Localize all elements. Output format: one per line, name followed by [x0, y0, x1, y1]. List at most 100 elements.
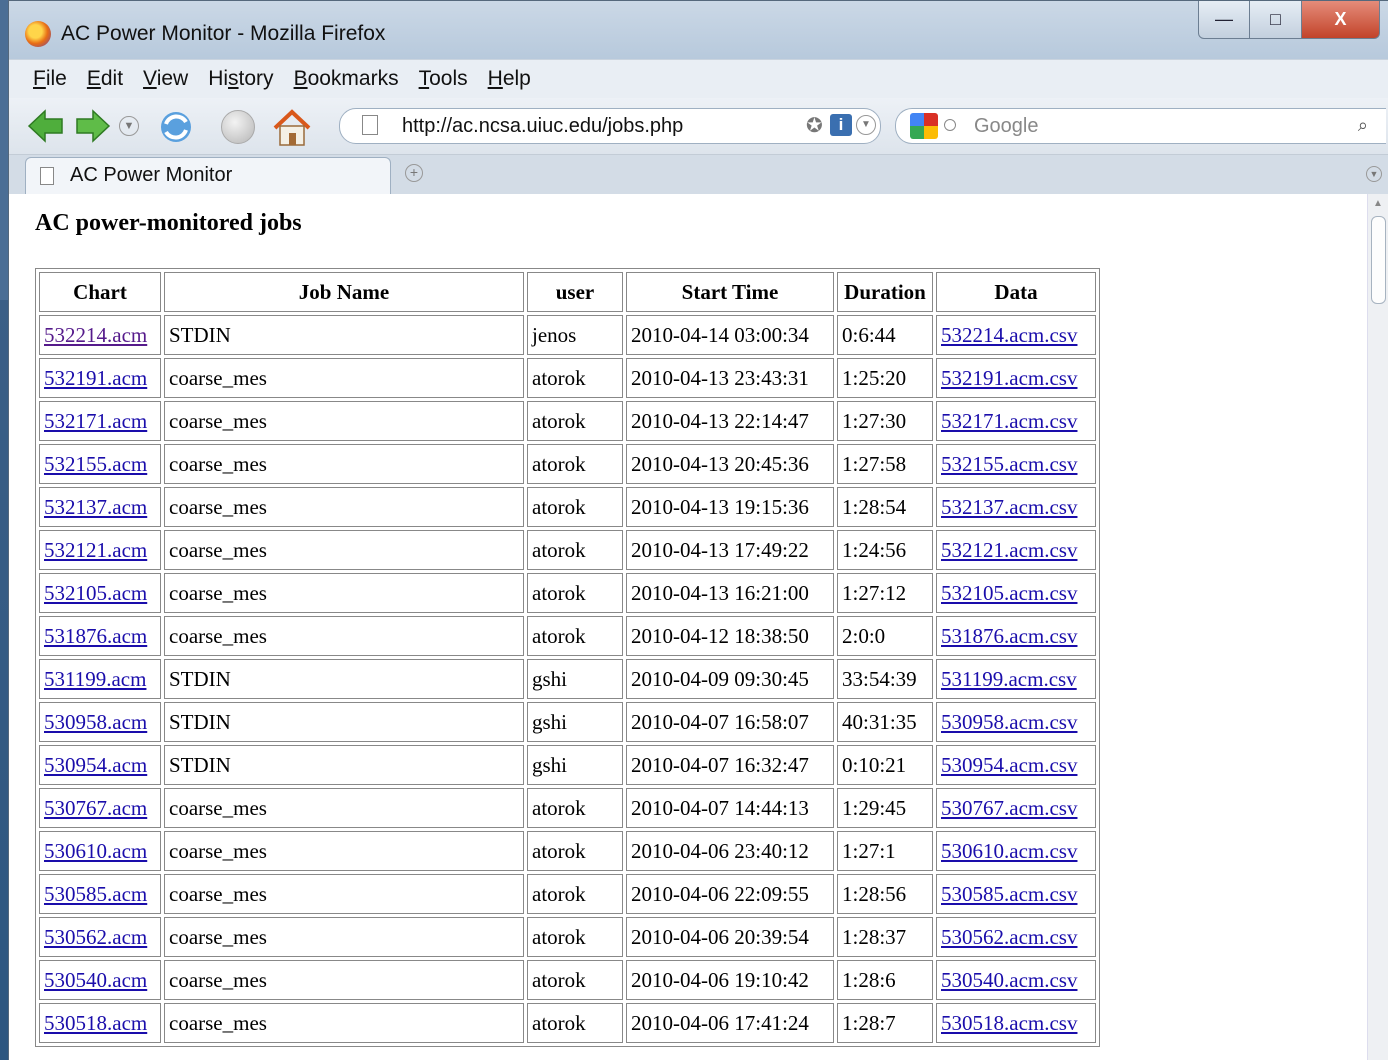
home-icon[interactable] [271, 108, 313, 148]
csv-link[interactable]: 531876.acm.csv [941, 624, 1077, 648]
table-row: 530562.acm coarse_mes atorok 2010-04-06 20:… [39, 917, 1096, 957]
menu-history[interactable]: History [208, 67, 273, 91]
search-input[interactable]: Google [974, 115, 1039, 138]
chart-link[interactable]: 530585.acm [44, 882, 147, 906]
duration-cell: 1:28:37 [837, 917, 933, 957]
scroll-up-arrow-icon[interactable]: ▲ [1373, 198, 1383, 209]
job-name-cell: coarse_mes [164, 616, 524, 656]
chart-link[interactable]: 532214.acm [44, 323, 147, 347]
chart-link[interactable]: 530518.acm [44, 1011, 147, 1035]
window-title: AC Power Monitor - Mozilla Firefox [61, 22, 386, 45]
maximize-button[interactable]: □ [1250, 1, 1302, 39]
forward-arrow-icon[interactable] [75, 108, 111, 144]
chart-cell: 532137.acm [39, 487, 161, 527]
user-cell: atorok [527, 401, 623, 441]
table-row: 530958.acm STDIN gshi 2010-04-07 16:58:07 40… [39, 702, 1096, 742]
chart-link[interactable]: 530540.acm [44, 968, 147, 992]
data-cell: 532214.acm.csv [936, 315, 1096, 355]
csv-link[interactable]: 530540.acm.csv [941, 968, 1077, 992]
data-cell: 530767.acm.csv [936, 788, 1096, 828]
new-tab-icon[interactable]: + [405, 164, 423, 182]
chart-link[interactable]: 530958.acm [44, 710, 147, 734]
minimize-button[interactable]: — [1198, 1, 1250, 39]
search-engine-dropdown-icon[interactable] [944, 119, 956, 131]
data-cell: 532171.acm.csv [936, 401, 1096, 441]
chart-link[interactable]: 532105.acm [44, 581, 147, 605]
menu-view[interactable]: View [143, 67, 188, 91]
csv-link[interactable]: 532121.acm.csv [941, 538, 1077, 562]
chart-link[interactable]: 531199.acm [44, 667, 146, 691]
history-dropdown-icon[interactable]: ▼ [119, 116, 139, 136]
start-time-cell: 2010-04-07 16:32:47 [626, 745, 834, 785]
csv-link[interactable]: 530610.acm.csv [941, 839, 1077, 863]
csv-link[interactable]: 532214.acm.csv [941, 323, 1077, 347]
table-row: 532214.acm STDIN jenos 2010-04-14 03:00:34 0… [39, 315, 1096, 355]
site-info-icon[interactable]: i [830, 114, 852, 136]
csv-link[interactable]: 530562.acm.csv [941, 925, 1077, 949]
menu-edit[interactable]: Edit [87, 67, 123, 91]
start-time-cell: 2010-04-12 18:38:50 [626, 616, 834, 656]
csv-link[interactable]: 532155.acm.csv [941, 452, 1077, 476]
duration-cell: 2:0:0 [837, 616, 933, 656]
csv-link[interactable]: 530767.acm.csv [941, 796, 1077, 820]
chart-link[interactable]: 530767.acm [44, 796, 147, 820]
tab-list-icon[interactable]: ▼ [1366, 166, 1382, 182]
duration-cell: 1:29:45 [837, 788, 933, 828]
chart-link[interactable]: 530610.acm [44, 839, 147, 863]
search-icon[interactable]: ⌕ [1358, 115, 1368, 136]
csv-link[interactable]: 530958.acm.csv [941, 710, 1077, 734]
feed-icon[interactable]: ▼ [856, 115, 876, 135]
csv-link[interactable]: 530518.acm.csv [941, 1011, 1077, 1035]
duration-cell: 0:10:21 [837, 745, 933, 785]
scroll-thumb[interactable] [1371, 216, 1386, 304]
table-row: 530585.acm coarse_mes atorok 2010-04-06 22:… [39, 874, 1096, 914]
chart-link[interactable]: 530562.acm [44, 925, 147, 949]
csv-link[interactable]: 530585.acm.csv [941, 882, 1077, 906]
back-arrow-icon[interactable] [27, 108, 65, 144]
url-text[interactable]: http://ac.ncsa.uiuc.edu/jobs.php [402, 115, 683, 138]
menu-help[interactable]: Help [488, 67, 531, 91]
chart-link[interactable]: 532155.acm [44, 452, 147, 476]
csv-link[interactable]: 532171.acm.csv [941, 409, 1077, 433]
csv-link[interactable]: 532191.acm.csv [941, 366, 1077, 390]
chart-link[interactable]: 532137.acm [44, 495, 147, 519]
address-bar[interactable]: http://ac.ncsa.uiuc.edu/jobs.php ✪ i ▼ [339, 108, 881, 144]
menu-file[interactable]: File [33, 67, 67, 91]
user-cell: gshi [527, 659, 623, 699]
chart-link[interactable]: 532191.acm [44, 366, 147, 390]
start-time-cell: 2010-04-13 23:43:31 [626, 358, 834, 398]
stop-icon[interactable] [221, 110, 255, 144]
data-cell: 530610.acm.csv [936, 831, 1096, 871]
title-bar[interactable]: AC Power Monitor - Mozilla Firefox — □ X [9, 1, 1388, 59]
search-bar[interactable]: Google ⌕ [895, 108, 1386, 144]
data-cell: 530518.acm.csv [936, 1003, 1096, 1043]
chart-link[interactable]: 531876.acm [44, 624, 147, 648]
csv-link[interactable]: 530954.acm.csv [941, 753, 1077, 777]
duration-cell: 1:25:20 [837, 358, 933, 398]
table-row: 532121.acm coarse_mes atorok 2010-04-13 17:… [39, 530, 1096, 570]
close-button[interactable]: X [1302, 1, 1380, 39]
chart-link[interactable]: 530954.acm [44, 753, 147, 777]
chart-link[interactable]: 532121.acm [44, 538, 147, 562]
menu-bookmarks[interactable]: Bookmarks [294, 67, 399, 91]
job-name-cell: coarse_mes [164, 960, 524, 1000]
vertical-scrollbar[interactable]: ▲ [1367, 194, 1388, 1060]
user-cell: atorok [527, 874, 623, 914]
tab-ac-power-monitor[interactable]: AC Power Monitor [25, 157, 391, 195]
bookmark-star-icon[interactable]: ✪ [806, 113, 823, 138]
csv-link[interactable]: 532105.acm.csv [941, 581, 1077, 605]
table-row: 530518.acm coarse_mes atorok 2010-04-06 17:… [39, 1003, 1096, 1043]
duration-cell: 1:27:30 [837, 401, 933, 441]
start-time-cell: 2010-04-06 17:41:24 [626, 1003, 834, 1043]
data-cell: 530562.acm.csv [936, 917, 1096, 957]
column-header-job-name: Job Name [164, 272, 524, 312]
chart-cell: 532214.acm [39, 315, 161, 355]
reload-icon[interactable] [157, 108, 195, 146]
tab-bar: AC Power Monitor + ▼ [9, 154, 1388, 195]
csv-link[interactable]: 531199.acm.csv [941, 667, 1077, 691]
chart-link[interactable]: 532171.acm [44, 409, 147, 433]
user-cell: atorok [527, 487, 623, 527]
menu-tools[interactable]: Tools [419, 67, 468, 91]
google-icon[interactable] [910, 113, 938, 139]
csv-link[interactable]: 532137.acm.csv [941, 495, 1077, 519]
